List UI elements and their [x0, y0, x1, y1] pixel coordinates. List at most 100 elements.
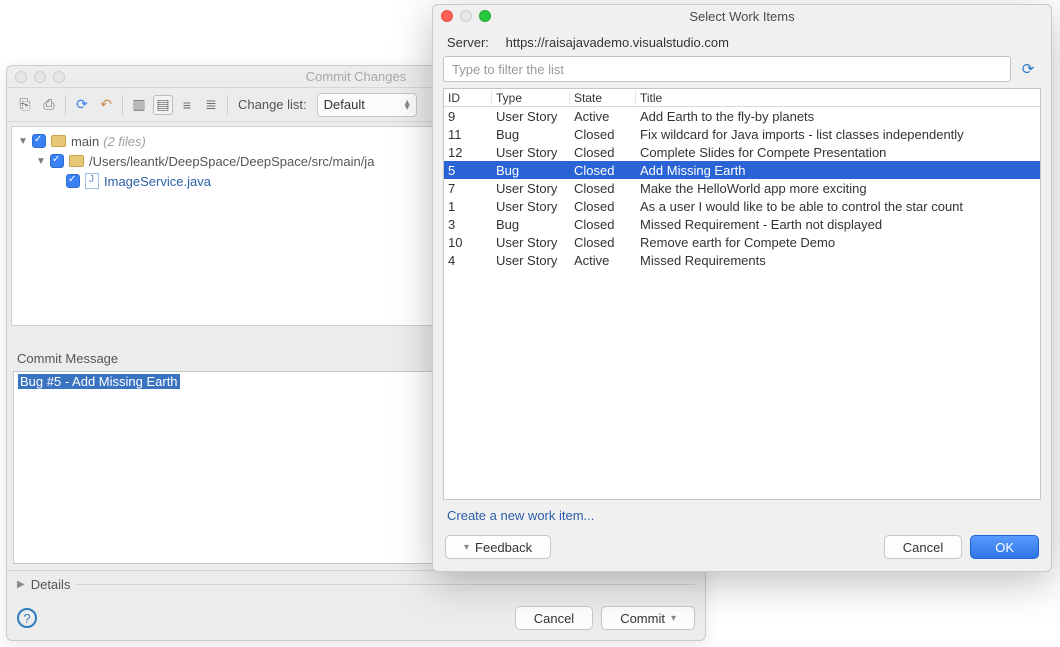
- cell-type: User Story: [492, 145, 570, 160]
- refresh-icon[interactable]: ⟳: [72, 95, 92, 115]
- col-type[interactable]: Type: [492, 91, 570, 105]
- table-row[interactable]: 12User StoryClosedComplete Slides for Co…: [444, 143, 1040, 161]
- cell-id: 7: [444, 181, 492, 196]
- toolbar-icon-2[interactable]: ⎙: [39, 95, 59, 115]
- disclosure-triangle-icon[interactable]: ▼: [36, 156, 48, 167]
- cell-title: Complete Slides for Compete Presentation: [636, 145, 1040, 160]
- cell-id: 12: [444, 145, 492, 160]
- cell-state: Closed: [570, 163, 636, 178]
- checkbox[interactable]: [50, 154, 64, 168]
- swi-title: Select Work Items: [433, 9, 1051, 24]
- cell-title: Missed Requirements: [636, 253, 1040, 268]
- table-row[interactable]: 4User StoryActiveMissed Requirements: [444, 251, 1040, 269]
- tree-folder-path: /Users/leantk/DeepSpace/DeepSpace/src/ma…: [89, 154, 374, 169]
- cell-id: 3: [444, 217, 492, 232]
- filter-input[interactable]: Type to filter the list: [443, 56, 1011, 82]
- cell-type: User Story: [492, 181, 570, 196]
- cell-title: Fix wildcard for Java imports - list cla…: [636, 127, 1040, 142]
- table-row[interactable]: 3BugClosedMissed Requirement - Earth not…: [444, 215, 1040, 233]
- chevron-down-icon: ▾: [464, 542, 469, 553]
- cell-title: Add Earth to the fly-by planets: [636, 109, 1040, 124]
- cell-title: Add Missing Earth: [636, 163, 1040, 178]
- work-items-table[interactable]: ID Type State Title 9User StoryActiveAdd…: [443, 88, 1041, 500]
- server-value: https://raisajavademo.visualstudio.com: [506, 35, 729, 50]
- cell-id: 9: [444, 109, 492, 124]
- chevron-right-icon: ▶: [17, 579, 25, 590]
- chevron-updown-icon: ▴▾: [405, 100, 410, 110]
- cell-state: Active: [570, 253, 636, 268]
- commit-message-text: Bug #5 - Add Missing Earth: [18, 374, 180, 389]
- cell-type: Bug: [492, 127, 570, 142]
- cell-type: User Story: [492, 253, 570, 268]
- filter-placeholder: Type to filter the list: [452, 62, 564, 77]
- tree-root-label: main: [71, 134, 99, 149]
- cell-type: User Story: [492, 109, 570, 124]
- cell-id: 11: [444, 127, 492, 142]
- cell-type: User Story: [492, 199, 570, 214]
- toolbar-icon-1[interactable]: ⎘: [15, 95, 35, 115]
- select-work-items-window: Select Work Items Server: https://raisaj…: [432, 4, 1052, 572]
- commit-footer: ? Cancel Commit ▾: [7, 598, 705, 640]
- checkbox[interactable]: [32, 134, 46, 148]
- cell-state: Closed: [570, 199, 636, 214]
- table-row[interactable]: 11BugClosedFix wildcard for Java imports…: [444, 125, 1040, 143]
- cell-id: 5: [444, 163, 492, 178]
- help-icon[interactable]: ?: [17, 608, 37, 628]
- folder-icon: [69, 155, 84, 167]
- undo-icon[interactable]: ↶: [96, 95, 116, 115]
- col-state[interactable]: State: [570, 91, 636, 105]
- swi-footer: ▾ Feedback Cancel OK: [433, 527, 1051, 571]
- folder-icon: [51, 135, 66, 147]
- tree-root-count: (2 files): [103, 134, 146, 149]
- table-row[interactable]: 5BugClosedAdd Missing Earth: [444, 161, 1040, 179]
- cell-state: Closed: [570, 181, 636, 196]
- col-title[interactable]: Title: [636, 91, 1040, 105]
- toolbar-icon-5[interactable]: ▥: [129, 95, 149, 115]
- cell-type: Bug: [492, 163, 570, 178]
- changelist-select[interactable]: Default ▴▾: [317, 93, 417, 117]
- cell-title: Make the HelloWorld app more exciting: [636, 181, 1040, 196]
- cell-state: Closed: [570, 235, 636, 250]
- disclosure-triangle-icon[interactable]: ▼: [18, 136, 30, 147]
- create-work-item-link[interactable]: Create a new work item...: [447, 508, 594, 523]
- cell-id: 4: [444, 253, 492, 268]
- ok-button[interactable]: OK: [970, 535, 1039, 559]
- cell-title: Missed Requirement - Earth not displayed: [636, 217, 1040, 232]
- swi-titlebar: Select Work Items: [433, 5, 1051, 27]
- expand-icon[interactable]: ≡: [177, 95, 197, 115]
- cancel-button[interactable]: Cancel: [884, 535, 962, 559]
- cell-state: Closed: [570, 217, 636, 232]
- table-header: ID Type State Title: [444, 89, 1040, 107]
- server-label: Server:: [447, 35, 502, 50]
- tree-file-name: ImageService.java: [104, 174, 211, 189]
- changelist-value: Default: [324, 97, 365, 112]
- group-by-icon[interactable]: ▤: [153, 95, 173, 115]
- cell-state: Active: [570, 109, 636, 124]
- col-id[interactable]: ID: [444, 91, 492, 105]
- table-row[interactable]: 9User StoryActiveAdd Earth to the fly-by…: [444, 107, 1040, 125]
- feedback-button[interactable]: ▾ Feedback: [445, 535, 551, 559]
- table-row[interactable]: 1User StoryClosedAs a user I would like …: [444, 197, 1040, 215]
- cell-type: Bug: [492, 217, 570, 232]
- table-row[interactable]: 7User StoryClosedMake the HelloWorld app…: [444, 179, 1040, 197]
- create-work-item-row: Create a new work item...: [433, 500, 1051, 527]
- chevron-down-icon: ▾: [671, 613, 676, 624]
- commit-button[interactable]: Commit ▾: [601, 606, 695, 630]
- cell-title: Remove earth for Compete Demo: [636, 235, 1040, 250]
- cancel-button[interactable]: Cancel: [515, 606, 593, 630]
- java-file-icon: [85, 173, 99, 189]
- cell-state: Closed: [570, 145, 636, 160]
- table-row[interactable]: 10User StoryClosedRemove earth for Compe…: [444, 233, 1040, 251]
- details-section[interactable]: ▶ Details: [7, 570, 705, 598]
- cell-state: Closed: [570, 127, 636, 142]
- refresh-icon[interactable]: ⟳: [1015, 56, 1041, 82]
- cell-type: User Story: [492, 235, 570, 250]
- checkbox[interactable]: [66, 174, 80, 188]
- details-label: Details: [31, 577, 71, 592]
- changelist-label: Change list:: [238, 97, 307, 112]
- server-row: Server: https://raisajavademo.visualstud…: [433, 27, 1051, 56]
- cell-id: 10: [444, 235, 492, 250]
- cell-title: As a user I would like to be able to con…: [636, 199, 1040, 214]
- cell-id: 1: [444, 199, 492, 214]
- collapse-icon[interactable]: ≣: [201, 95, 221, 115]
